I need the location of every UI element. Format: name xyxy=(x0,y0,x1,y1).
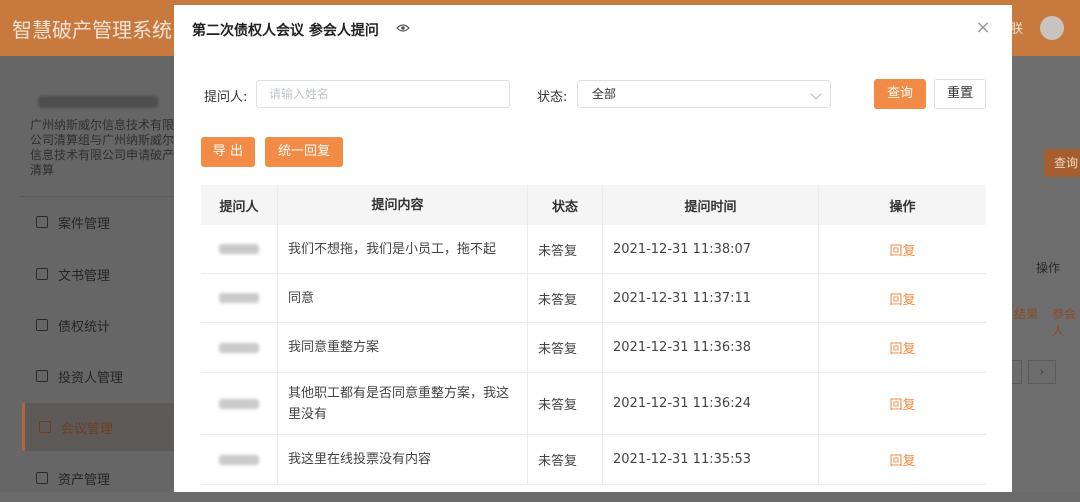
file-icon xyxy=(36,216,48,228)
sidebar-item-case[interactable]: 案件管理 xyxy=(22,198,176,246)
table-row: 其他职工都有是否同意重整方案，我这里没有 未答复 2021-12-31 11:3… xyxy=(201,373,986,435)
question-time: 2021-12-31 11:35:53 xyxy=(603,435,819,484)
sidebar-item-assets[interactable]: 资产管理 xyxy=(22,454,176,502)
table-row: 我同意重整方案 未答复 2021-12-31 11:36:38 回复 xyxy=(201,323,986,373)
question-time: 2021-12-31 11:37:11 xyxy=(603,274,819,322)
status-select-value: 全部 xyxy=(592,87,617,101)
divider xyxy=(20,196,176,197)
case-description: 广州纳斯威尔信息技术有限公司清算组与广州纳斯威尔信息技术有限公司申请破产清算 xyxy=(30,118,175,177)
meeting-icon xyxy=(39,421,51,433)
table-row: 同意 未答复 2021-12-31 11:37:11 回复 xyxy=(201,274,986,323)
background-result-link: 结果 xyxy=(1014,307,1039,321)
sidebar-item-label: 资产管理 xyxy=(58,472,111,488)
question-content: 其他职工都有是否同意重整方案，我这里没有 xyxy=(278,373,528,434)
status-select[interactable]: 全部 xyxy=(577,80,831,108)
header-action: 操作 xyxy=(889,199,916,215)
question-time: 2021-12-31 11:36:24 xyxy=(603,373,819,434)
reply-link[interactable]: 回复 xyxy=(889,394,915,413)
query-button[interactable]: 查询 xyxy=(874,79,926,109)
header-asker: 提问人 xyxy=(201,185,278,225)
blurred-asker-name xyxy=(219,342,259,353)
blurred-asker-name xyxy=(219,244,259,254)
blurred-asker-name xyxy=(219,454,259,465)
reply-link[interactable]: 回复 xyxy=(889,338,915,357)
assets-icon xyxy=(36,472,48,484)
blurred-asker-name xyxy=(219,293,259,303)
questions-modal: 第二次债权人会议 参会人提问 × 提问人: 请输入姓名 状态: 全部 查询 重置… xyxy=(174,5,1012,492)
avatar[interactable] xyxy=(1040,16,1064,40)
chevron-down-icon xyxy=(810,88,822,100)
question-status: 未答复 xyxy=(528,323,603,372)
reply-link[interactable]: 回复 xyxy=(889,240,915,259)
question-status: 未答复 xyxy=(528,373,603,434)
blurred-asker-name xyxy=(219,398,259,409)
sidebar-item-claims[interactable]: 债权统计 xyxy=(22,301,176,349)
asker-name-input[interactable]: 请输入姓名 xyxy=(256,80,510,108)
background-attendee-link: 参会人 xyxy=(1052,307,1077,338)
table-row: 我这里在线投票没有内容 未答复 2021-12-31 11:35:53 回复 xyxy=(201,435,986,485)
question-content: 我们不想拖，我们是小员工，拖不起 xyxy=(278,225,528,273)
pagination-next: › xyxy=(1028,360,1056,384)
export-button[interactable]: 导 出 xyxy=(201,137,255,167)
sidebar-item-investors[interactable]: 投资人管理 xyxy=(22,352,176,400)
questions-table: 提问人 提问内容 状态 提问时间 操作 我们不想拖，我们是小员工，拖不起 未答复… xyxy=(201,185,986,485)
table-header: 提问人 提问内容 状态 提问时间 操作 xyxy=(201,185,986,225)
blurred-user-name xyxy=(38,96,158,108)
stats-icon xyxy=(36,319,48,331)
question-status: 未答复 xyxy=(528,435,603,484)
table-row: 我们不想拖，我们是小员工，拖不起 未答复 2021-12-31 11:38:07… xyxy=(201,225,986,274)
header-status: 状态 xyxy=(528,185,603,225)
modal-title: 第二次债权人会议 参会人提问 xyxy=(192,23,379,39)
background-query-button: 查询 xyxy=(1044,149,1080,177)
shield-icon xyxy=(36,370,48,382)
header-time: 提问时间 xyxy=(603,185,819,225)
question-time: 2021-12-31 11:38:07 xyxy=(603,225,819,273)
eye-icon[interactable] xyxy=(396,23,410,33)
sidebar-item-meetings[interactable]: 会议管理 xyxy=(22,403,179,451)
document-icon xyxy=(36,268,48,280)
reply-link[interactable]: 回复 xyxy=(889,450,915,469)
background-op-header: 操作 xyxy=(1036,261,1061,275)
question-time: 2021-12-31 11:36:38 xyxy=(603,323,819,372)
reply-link[interactable]: 回复 xyxy=(889,289,915,308)
question-status: 未答复 xyxy=(528,274,603,322)
sidebar-item-label: 债权统计 xyxy=(58,319,111,335)
sidebar-item-documents[interactable]: 文书管理 xyxy=(22,250,176,298)
sidebar-item-label: 文书管理 xyxy=(58,268,111,284)
sidebar-item-label: 案件管理 xyxy=(58,216,111,232)
header-content: 提问内容 xyxy=(278,185,528,225)
reset-button[interactable]: 重置 xyxy=(934,79,986,109)
close-icon[interactable]: × xyxy=(974,19,992,37)
question-content: 同意 xyxy=(278,274,528,322)
question-content: 我这里在线投票没有内容 xyxy=(278,435,528,484)
sidebar-item-label: 投资人管理 xyxy=(58,370,124,386)
question-status: 未答复 xyxy=(528,225,603,273)
status-label: 状态: xyxy=(537,90,568,105)
app-title: 智慧破产管理系统 xyxy=(12,18,172,42)
sidebar-item-label: 会议管理 xyxy=(61,421,114,437)
question-content: 我同意重整方案 xyxy=(278,323,528,372)
asker-label: 提问人: xyxy=(204,90,248,105)
batch-reply-button[interactable]: 统一回复 xyxy=(265,137,343,167)
